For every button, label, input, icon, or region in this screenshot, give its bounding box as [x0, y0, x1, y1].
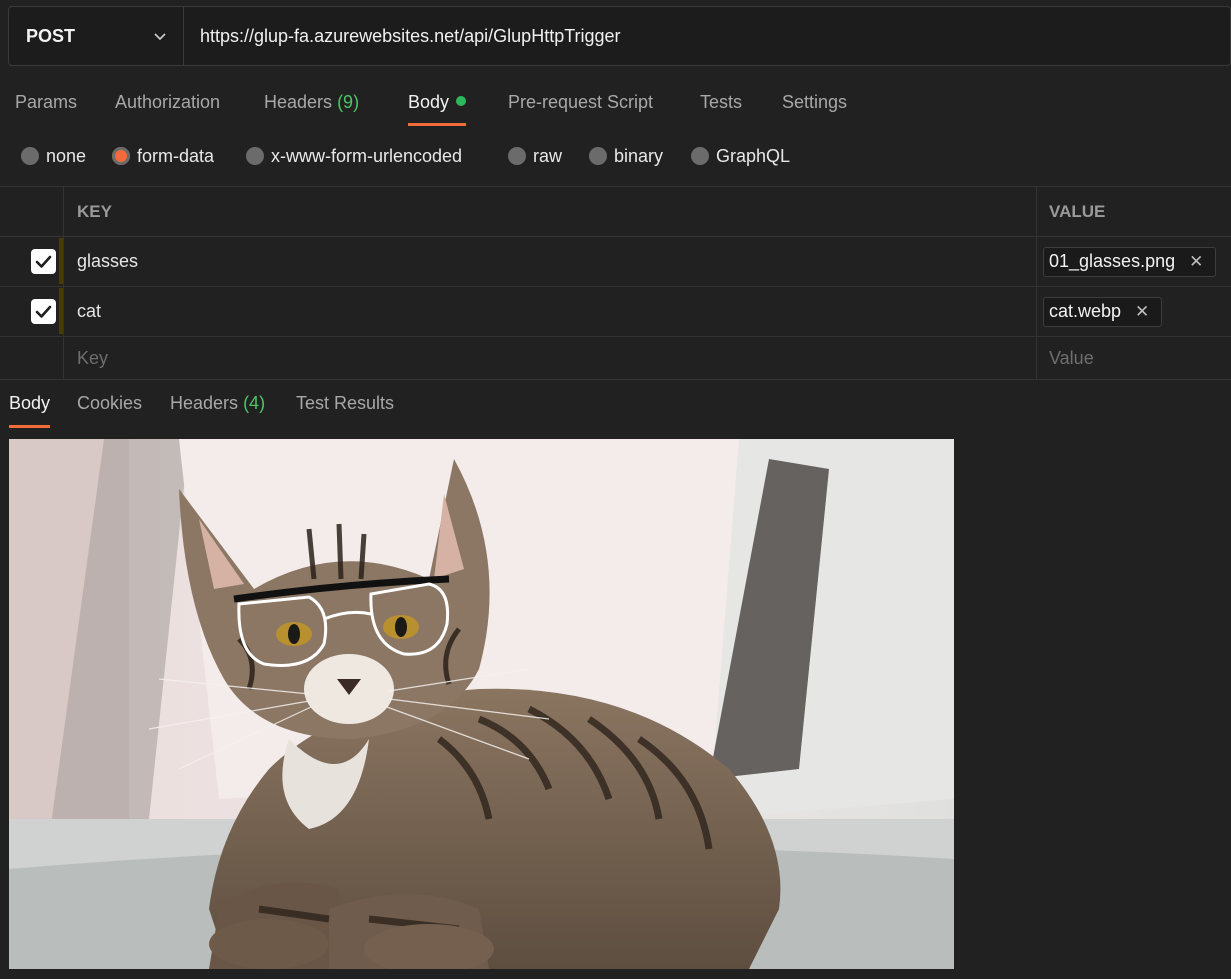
status-dot-icon [456, 96, 467, 106]
tab-response-body-label: Body [9, 393, 51, 413]
radio-graphql-label: GraphQL [716, 145, 791, 166]
remove-file-icon[interactable]: ✕ [1135, 302, 1149, 322]
tab-pre-request-script-label: Pre-request Script [508, 92, 654, 112]
tab-headers-label: Headers [264, 92, 333, 112]
header-value: VALUE [1049, 201, 1106, 221]
file-chip: 01_glasses.png ✕ [1043, 246, 1217, 277]
tab-settings[interactable]: Settings [782, 82, 847, 126]
remove-file-icon[interactable]: ✕ [1189, 252, 1203, 272]
tab-params[interactable]: Params [15, 82, 77, 126]
radio-circle-icon [508, 147, 526, 165]
chevron-down-icon [154, 33, 166, 41]
tab-response-headers-label: Headers [170, 393, 239, 413]
radio-form-data-label: form-data [137, 145, 215, 166]
method-label: POST [26, 25, 76, 46]
form-data-table: KEY VALUE glasses 01_glasses.png ✕ cat c… [0, 186, 1231, 380]
radio-form-data[interactable]: form-data [112, 140, 214, 172]
radio-circle-icon [21, 147, 39, 165]
drag-handle[interactable] [59, 288, 63, 334]
row-value: 01_glasses.png ✕ [1037, 237, 1231, 286]
tab-test-results[interactable]: Test Results [296, 382, 394, 428]
tab-authorization-label: Authorization [115, 92, 221, 112]
tab-cookies-label: Cookies [77, 393, 143, 413]
radio-binary[interactable]: binary [589, 140, 663, 172]
row-key[interactable]: glasses [64, 237, 1037, 286]
table-row-new: Key Value [0, 337, 1231, 380]
tab-body-label: Body [408, 92, 450, 112]
row-check-cell [0, 337, 64, 379]
new-value-input[interactable]: Value [1037, 337, 1231, 379]
radio-binary-label: binary [614, 145, 664, 166]
tab-settings-label: Settings [782, 92, 848, 112]
tab-response-headers[interactable]: Headers (4) [170, 382, 265, 428]
row-check-cell [0, 287, 64, 336]
radio-none-label: none [46, 145, 87, 166]
radio-urlencoded-label: x-www-form-urlencoded [271, 145, 463, 166]
header-key: KEY [64, 187, 1037, 236]
radio-graphql[interactable]: GraphQL [691, 140, 790, 172]
tab-test-results-label: Test Results [296, 393, 395, 413]
tab-response-body[interactable]: Body [9, 382, 51, 428]
radio-circle-icon [589, 147, 607, 165]
tab-headers[interactable]: Headers (9) [264, 82, 359, 126]
tab-cookies[interactable]: Cookies [77, 382, 142, 428]
drag-handle[interactable] [59, 238, 63, 284]
tab-tests-label: Tests [700, 92, 743, 112]
row-checkbox[interactable] [31, 299, 56, 324]
tab-pre-request-script[interactable]: Pre-request Script [508, 82, 653, 126]
checkmark-icon [35, 305, 52, 318]
file-name: cat.webp [1049, 301, 1122, 321]
radio-circle-selected-icon [112, 147, 130, 165]
response-headers-count-badge: (4) [243, 393, 266, 413]
file-name: 01_glasses.png [1049, 251, 1176, 271]
tab-body[interactable]: Body [408, 82, 467, 126]
response-image [9, 439, 954, 969]
url-input[interactable] [184, 7, 1230, 65]
checkmark-icon [35, 255, 52, 268]
row-key[interactable]: cat [64, 287, 1037, 336]
tab-params-label: Params [15, 92, 78, 112]
table-row: cat cat.webp ✕ [0, 287, 1231, 337]
row-check-cell [0, 237, 64, 286]
radio-x-www-form-urlencoded[interactable]: x-www-form-urlencoded [246, 140, 462, 172]
radio-circle-icon [691, 147, 709, 165]
row-value: cat.webp ✕ [1037, 287, 1231, 336]
radio-raw[interactable]: raw [508, 140, 562, 172]
method-dropdown[interactable]: POST [9, 7, 184, 65]
url-bar: POST [8, 6, 1231, 66]
new-key-input[interactable]: Key [64, 337, 1037, 379]
header-check-cell [0, 187, 64, 236]
tab-authorization[interactable]: Authorization [115, 82, 220, 126]
table-row: glasses 01_glasses.png ✕ [0, 237, 1231, 287]
file-chip: cat.webp ✕ [1043, 296, 1163, 327]
cat-photo-icon [9, 439, 954, 969]
radio-raw-label: raw [533, 145, 563, 166]
table-header-row: KEY VALUE [0, 186, 1231, 237]
radio-circle-icon [246, 147, 264, 165]
tab-tests[interactable]: Tests [700, 82, 742, 126]
radio-none[interactable]: none [21, 140, 86, 172]
headers-count-badge: (9) [337, 92, 360, 112]
row-checkbox[interactable] [31, 249, 56, 274]
